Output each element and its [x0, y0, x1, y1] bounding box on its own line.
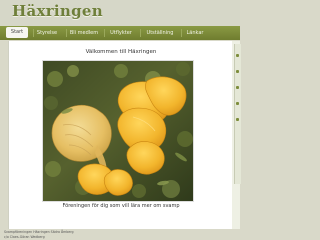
- nav-item-start[interactable]: Start: [6, 27, 28, 38]
- nav-item-utstallning[interactable]: Utställning: [141, 26, 179, 40]
- sidebar-marker: [236, 54, 239, 57]
- site-title[interactable]: Häxringen: [12, 2, 103, 20]
- footer-address-line: Svampföreningen Häxringen Sädra Åmberg: [4, 230, 74, 234]
- nav-separator: [181, 29, 182, 37]
- photo-caption: Föreningen för dig som vill lära mer om …: [62, 203, 180, 209]
- sidebar-marker: [236, 102, 239, 105]
- main-content: Välkommen till Häxringen Föreningen för …: [8, 41, 234, 229]
- sidebar-marker: [236, 118, 239, 121]
- sidebar-marker: [236, 86, 239, 89]
- welcome-heading: Välkommen till Häxringen: [85, 49, 157, 55]
- site-header: Häxringen: [0, 0, 240, 26]
- sidebar-tab: [234, 44, 241, 184]
- chanterelle-photo: [42, 60, 194, 202]
- nav-item-bli-medlem[interactable]: Bli medlem: [67, 26, 101, 40]
- sidebar-marker: [236, 70, 239, 73]
- site-footer: Svampföreningen Häxringen Sädra Åmberg c…: [0, 229, 240, 240]
- main-navigation: Start Styrelse Bli medlem Utflykter Utst…: [0, 26, 240, 40]
- nav-item-styrelse[interactable]: Styrelse: [34, 26, 60, 40]
- mushroom-illustration: [43, 61, 193, 201]
- nav-item-lankar[interactable]: Länkar: [183, 26, 207, 40]
- footer-contact-line: c/o Claes-Göran Wedberg: [4, 235, 45, 239]
- nav-item-utflykter[interactable]: Utflykter: [105, 26, 137, 40]
